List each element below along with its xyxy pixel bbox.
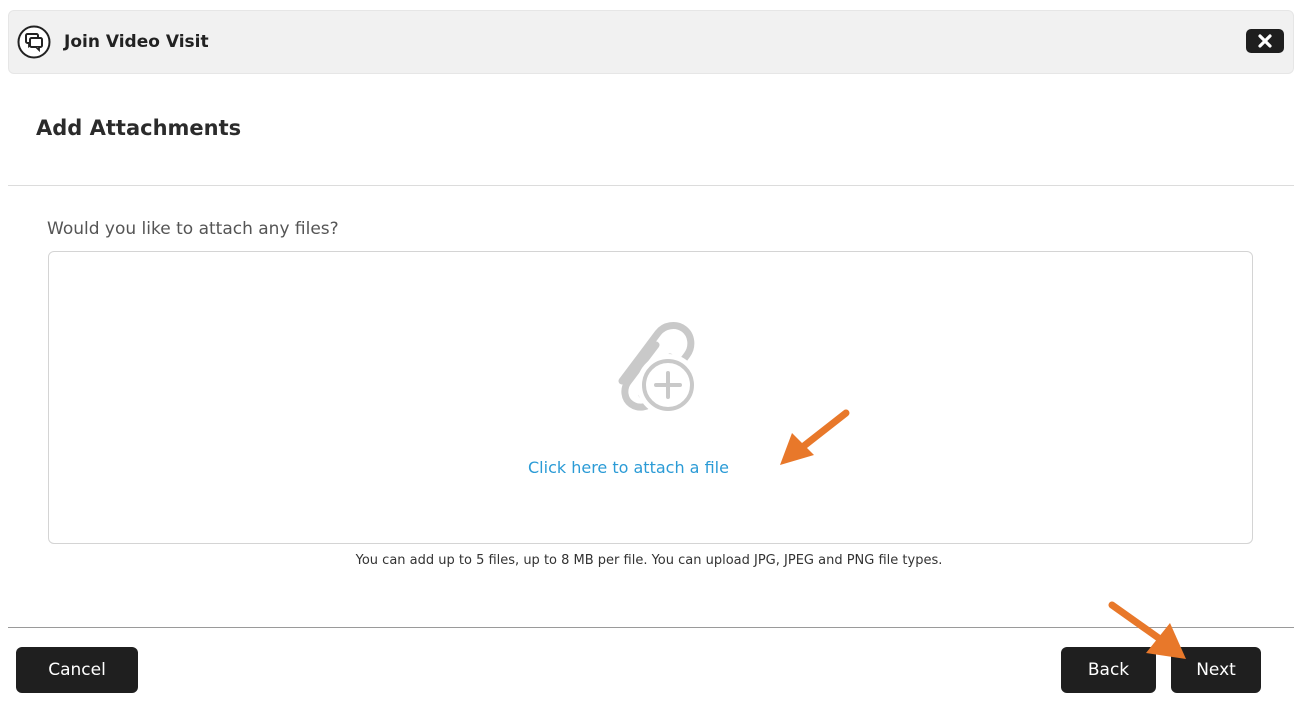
titlebar: Join Video Visit: [8, 10, 1294, 74]
attach-question: Would you like to attach any files?: [47, 219, 339, 239]
footer-divider: [8, 627, 1294, 628]
close-icon: [1258, 34, 1272, 48]
back-button[interactable]: Back: [1061, 647, 1156, 693]
window-title: Join Video Visit: [64, 32, 209, 52]
cancel-button[interactable]: Cancel: [16, 647, 138, 693]
close-button[interactable]: [1246, 29, 1284, 53]
upload-hint: You can add up to 5 files, up to 8 MB pe…: [355, 553, 943, 568]
next-button[interactable]: Next: [1171, 647, 1261, 693]
chat-bubbles-icon: [17, 25, 51, 59]
page-title: Add Attachments: [36, 116, 242, 140]
attach-file-link[interactable]: Click here to attach a file: [528, 458, 729, 477]
paperclip-plus-icon: [618, 322, 699, 416]
divider: [8, 185, 1294, 186]
